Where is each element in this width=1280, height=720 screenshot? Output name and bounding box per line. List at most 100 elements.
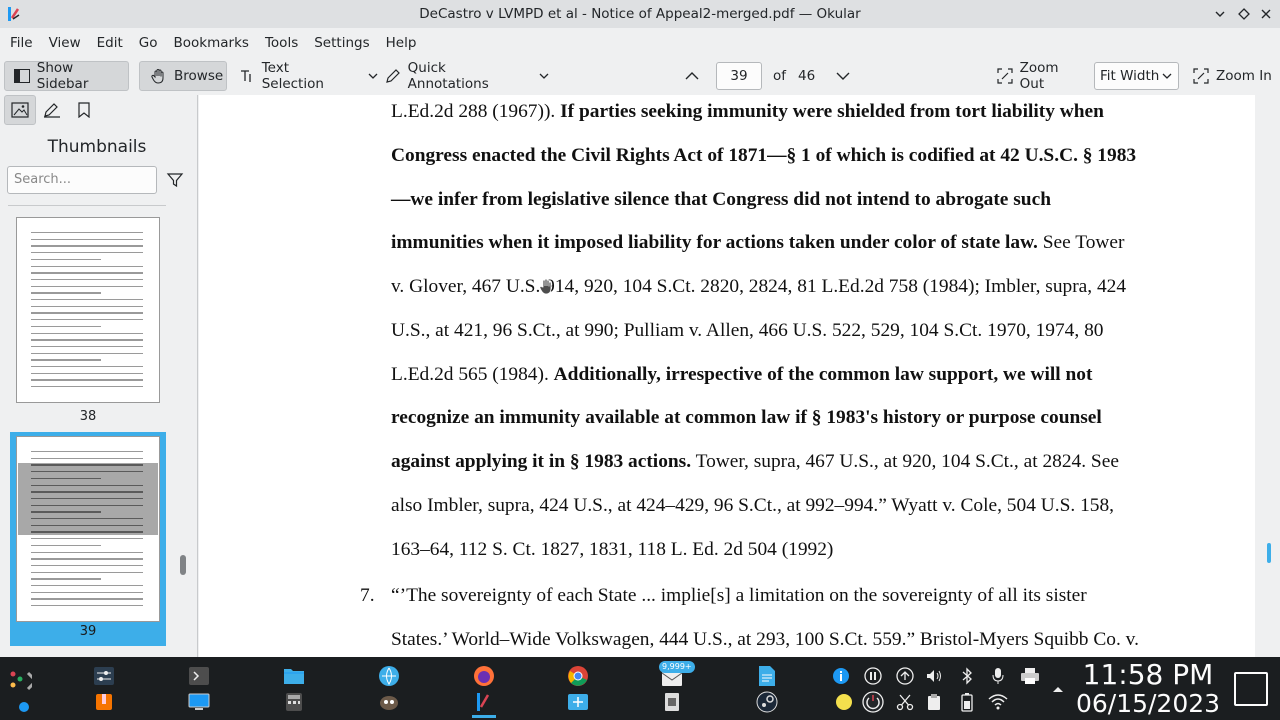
thumbnails-tab-icon[interactable] [4,95,36,125]
calculator-icon[interactable] [282,690,306,714]
launcher-secondary-icon[interactable] [12,695,36,719]
bluetooth-icon[interactable] [955,664,979,688]
info-icon[interactable] [829,664,853,688]
pen-icon [384,67,402,85]
next-page-icon[interactable] [835,61,857,91]
menu-go[interactable]: Go [131,35,166,51]
network-browser-icon[interactable] [377,664,401,688]
tray-expand-icon[interactable] [1046,677,1070,701]
show-desktop-button[interactable] [1234,672,1268,706]
terminal-icon[interactable] [187,664,211,688]
close-icon[interactable] [1256,4,1276,24]
document-app-icon[interactable] [660,690,684,714]
text-cursor-icon [238,67,256,85]
document-text-line: recognize an immunity available at commo… [391,407,1102,429]
thumbnails-heading: Thumbnails [47,137,147,157]
scrollbar-handle[interactable] [180,555,186,575]
menu-file[interactable]: File [2,35,41,51]
filter-icon[interactable] [166,171,184,189]
zoom-out-button[interactable]: Zoom Out [996,60,1086,92]
volume-icon[interactable] [922,664,946,688]
digital-clock[interactable]: 11:58 PM 06/15/2023 [1072,660,1224,718]
annotations-tab-icon[interactable] [36,95,68,125]
title-bar: DeCastro v LVMPD et al - Notice of Appea… [0,0,1280,28]
mail-unread-badge: 9,999+ [659,661,695,673]
chrome-icon[interactable] [566,664,590,688]
microphone-icon[interactable] [986,664,1010,688]
maximize-icon[interactable] [1234,4,1254,24]
previous-page-icon[interactable] [684,61,706,91]
zoom-in-button[interactable]: Zoom In [1192,61,1272,91]
minimize-icon[interactable] [1210,4,1230,24]
bookmarks-tab-icon[interactable] [68,95,100,125]
footnote-text-line: “’The sovereignty of each State ... impl… [391,585,1087,606]
text-run: also Imbler, supra, 424 U.S., at 424–429… [391,494,1114,516]
menu-tools[interactable]: Tools [257,35,306,51]
thumbnail-search-input[interactable]: Search... [7,166,157,194]
text-editor-icon[interactable] [755,664,779,688]
thumbnail-text-line [31,605,143,607]
update-icon[interactable] [893,664,917,688]
document-text-line: v. Glover, 467 U.S. 914, 920, 104 S.Ct. … [391,276,1126,298]
pause-icon[interactable] [861,664,885,688]
menu-edit[interactable]: Edit [89,35,131,51]
thumbnail-page-39[interactable]: 39 [10,432,166,646]
zoom-mode-select[interactable]: Fit Width [1094,62,1179,90]
quick-annotations-button[interactable]: Quick Annotations [384,60,549,92]
monitor-icon[interactable] [187,690,211,714]
document-viewer[interactable]: L.Ed.2d 288 (1967)). If parties seeking … [199,95,1280,657]
menu-view[interactable]: View [41,35,89,51]
steam-icon[interactable] [755,690,779,714]
menu-bookmarks[interactable]: Bookmarks [166,35,257,51]
system-settings-icon[interactable] [92,664,116,688]
thumbnail-list[interactable]: 38 39 [8,205,188,657]
okular-taskbar-icon[interactable] [472,690,496,714]
printer-icon[interactable] [1018,664,1042,688]
bold-text-run: Additionally, irrespective of the common… [553,363,1093,385]
firefox-icon[interactable] [472,664,496,688]
power-icon[interactable] [861,690,885,714]
window-title: DeCastro v LVMPD et al - Notice of Appea… [419,6,861,22]
bold-text-run: immunities when it imposed liability for… [391,232,1038,254]
scrollbar-handle[interactable] [1267,543,1271,563]
thumbnail-text-line [31,564,143,567]
scissors-icon[interactable] [893,690,917,714]
thumbnail-text-line [31,265,143,267]
thumbnail-text-line [31,477,101,480]
text-run: L.Ed.2d 565 (1984). [391,363,554,385]
thumbnail-scrollbar[interactable] [180,205,186,657]
thumbnail-text-line [31,558,143,560]
show-sidebar-button[interactable]: Show Sidebar [4,60,129,92]
gimp-icon[interactable] [377,690,401,714]
thumbnail-label: 38 [79,409,97,424]
zoom-out-icon [996,67,1014,85]
archive-icon[interactable] [92,690,116,714]
menu-settings[interactable]: Settings [306,35,377,51]
browse-tool-button[interactable]: Browse [139,61,227,91]
battery-icon[interactable] [955,690,979,714]
quick-annotations-dropdown-icon[interactable] [539,68,549,84]
bold-text-run: recognize an immunity available at commo… [391,407,1102,429]
document-text-line: L.Ed.2d 565 (1984). Additionally, irresp… [391,364,1092,386]
thumbnail-text-line [31,518,143,520]
file-manager-icon[interactable] [282,664,306,688]
status-yellow-icon[interactable] [832,690,856,714]
text-selection-dropdown-icon[interactable] [368,68,378,84]
page-total: 46 [798,68,816,84]
app-window-icon[interactable] [566,690,590,714]
bold-text-run: If parties seeking immunity were shielde… [560,101,1104,122]
clipboard-icon[interactable] [922,690,946,714]
document-scrollbar[interactable] [1255,95,1280,657]
text-run: 163–64, 112 S. Ct. 1827, 1831, 118 L. Ed… [391,538,834,560]
document-text-line: U.S., at 421, 96 S.Ct., at 990; Pulliam … [391,320,1103,342]
page-number-input[interactable]: 39 [716,62,762,90]
browse-label: Browse [174,68,224,84]
sidebar-panel: Thumbnails Search... 38 39 [0,95,198,657]
application-launcher-icon[interactable] [8,669,32,693]
thumbnail-page-38[interactable]: 38 [10,211,166,431]
thumbnail-text-line [31,379,143,381]
wifi-icon[interactable] [986,690,1010,714]
menu-help[interactable]: Help [378,35,425,51]
thumbnail-text-line [31,332,143,334]
text-selection-button[interactable]: Text Selection [238,60,378,92]
